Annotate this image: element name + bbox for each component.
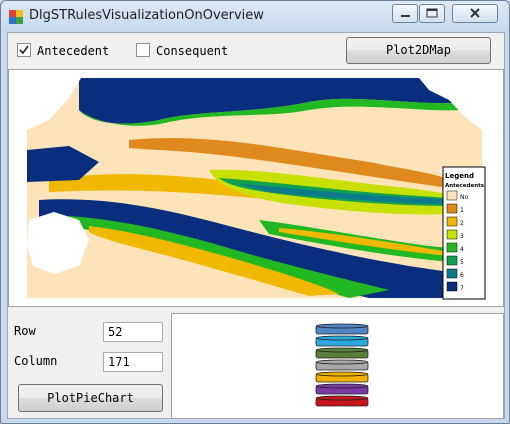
legend-label: No (460, 194, 468, 201)
stack-disc (315, 347, 369, 359)
antecedent-label: Antecedent (37, 44, 110, 58)
app-icon (9, 10, 23, 24)
rule-stack-chart (315, 323, 369, 407)
column-label: Column (14, 354, 58, 368)
legend-swatch (446, 281, 458, 292)
consequent-checkbox[interactable]: Consequent (136, 43, 228, 59)
map-legend: Legend Antecedents No 1 2 3 4 5 6 7 (442, 166, 486, 300)
consequent-checkbox-box[interactable] (136, 43, 150, 57)
column-input[interactable]: 171 (103, 352, 163, 372)
antecedent-checkbox-box[interactable] (17, 43, 31, 57)
consequent-label: Consequent (156, 44, 229, 58)
legend-swatch (446, 229, 458, 240)
row-input[interactable]: 52 (103, 322, 163, 342)
row-label: Row (14, 324, 36, 338)
dialog-window: DlgSTRulesVisualizationOnOverview Antece… (0, 0, 510, 424)
stack-disc (315, 359, 369, 371)
legend-label: 7 (460, 285, 464, 292)
dialog-client-area: Antecedent Consequent Plot2DMap Legend A… (7, 32, 505, 419)
map-panel: Legend Antecedents No 1 2 3 4 5 6 7 (8, 69, 504, 307)
coordinates-panel: Row 52 Column 171 PlotPieChart (8, 310, 166, 418)
legend-swatch (446, 268, 458, 279)
legend-swatch (446, 255, 458, 266)
legend-subtitle: Antecedents (445, 183, 485, 189)
legend-label: 1 (460, 207, 464, 214)
plot-pie-chart-button[interactable]: PlotPieChart (18, 384, 163, 412)
maximize-button[interactable] (419, 4, 445, 23)
stack-disc (315, 335, 369, 347)
pie-chart-panel (171, 313, 504, 419)
legend-swatch (446, 190, 458, 201)
stack-disc (315, 323, 369, 335)
legend-title: Legend (445, 172, 474, 180)
title-bar[interactable]: DlgSTRulesVisualizationOnOverview (1, 1, 509, 31)
legend-swatch (446, 203, 458, 214)
stack-disc (315, 395, 369, 407)
plot2dmap-button[interactable]: Plot2DMap (346, 37, 491, 64)
minimize-button[interactable] (392, 4, 418, 23)
stack-disc (315, 371, 369, 383)
antecedent-checkbox[interactable]: Antecedent (17, 43, 109, 59)
legend-label: 5 (460, 259, 464, 266)
minimize-icon (401, 15, 410, 17)
close-button[interactable] (452, 4, 498, 23)
close-icon (470, 8, 480, 18)
stack-disc (315, 383, 369, 395)
legend-swatch (446, 216, 458, 227)
legend-swatch (446, 242, 458, 253)
rules-map[interactable]: Legend Antecedents No 1 2 3 4 5 6 7 (9, 70, 503, 306)
window-title: DlgSTRulesVisualizationOnOverview (29, 8, 264, 23)
maximize-icon (426, 8, 438, 18)
legend-label: 2 (460, 220, 464, 227)
checkmark-icon (19, 45, 29, 55)
legend-label: 4 (460, 246, 464, 253)
legend-label: 6 (460, 272, 464, 279)
legend-label: 3 (460, 233, 464, 240)
